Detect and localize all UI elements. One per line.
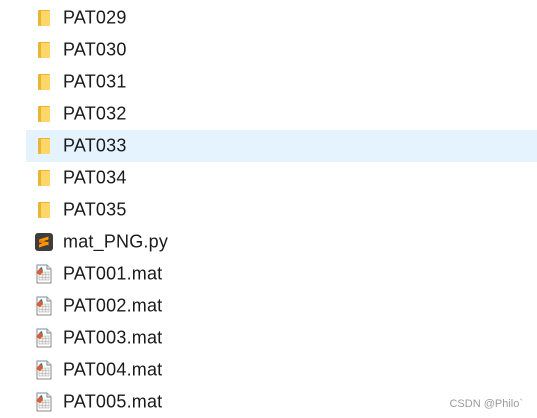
file-name: PAT003.mat bbox=[63, 327, 163, 348]
file-row-PAT003-mat[interactable]: PAT003.mat bbox=[26, 322, 537, 354]
file-row-mat-PNG-py[interactable]: mat_PNG.py bbox=[26, 226, 537, 258]
file-row-PAT002-mat[interactable]: PAT002.mat bbox=[26, 290, 537, 322]
matlab-file-icon bbox=[36, 392, 52, 412]
file-row-PAT029[interactable]: PAT029 bbox=[26, 2, 537, 34]
matlab-file-icon bbox=[36, 360, 52, 380]
folder-icon bbox=[38, 138, 50, 154]
file-name: PAT033 bbox=[63, 135, 127, 156]
file-name: PAT005.mat bbox=[63, 391, 163, 412]
matlab-file-icon bbox=[36, 328, 52, 348]
file-name: mat_PNG.py bbox=[63, 231, 169, 252]
file-row-PAT031[interactable]: PAT031 bbox=[26, 66, 537, 98]
file-name: PAT031 bbox=[63, 71, 127, 92]
folder-icon bbox=[38, 170, 50, 186]
file-name: PAT029 bbox=[63, 7, 127, 28]
watermark: CSDN @Philo` bbox=[449, 398, 523, 410]
folder-icon bbox=[38, 106, 50, 122]
file-name: PAT002.mat bbox=[63, 295, 163, 316]
file-name: PAT035 bbox=[63, 199, 127, 220]
sublime-text-icon bbox=[35, 233, 53, 251]
folder-icon bbox=[38, 74, 50, 90]
file-row-PAT032[interactable]: PAT032 bbox=[26, 98, 537, 130]
file-row-PAT035[interactable]: PAT035 bbox=[26, 194, 537, 226]
matlab-file-icon bbox=[36, 296, 52, 316]
file-name: PAT034 bbox=[63, 167, 127, 188]
file-row-PAT004-mat[interactable]: PAT004.mat bbox=[26, 354, 537, 386]
file-name: PAT032 bbox=[63, 103, 127, 124]
file-row-PAT034[interactable]: PAT034 bbox=[26, 162, 537, 194]
file-row-PAT030[interactable]: PAT030 bbox=[26, 34, 537, 66]
folder-icon bbox=[38, 202, 50, 218]
folder-icon bbox=[38, 10, 50, 26]
file-name: PAT004.mat bbox=[63, 359, 163, 380]
file-name: PAT001.mat bbox=[63, 263, 163, 284]
folder-icon bbox=[38, 42, 50, 58]
matlab-file-icon bbox=[36, 264, 52, 284]
file-row-PAT033[interactable]: PAT033 bbox=[26, 130, 537, 162]
file-list: PAT029 PAT030 PAT031 PAT032 PAT033 PAT03… bbox=[26, 2, 537, 418]
file-name: PAT030 bbox=[63, 39, 127, 60]
file-row-PAT001-mat[interactable]: PAT001.mat bbox=[26, 258, 537, 290]
